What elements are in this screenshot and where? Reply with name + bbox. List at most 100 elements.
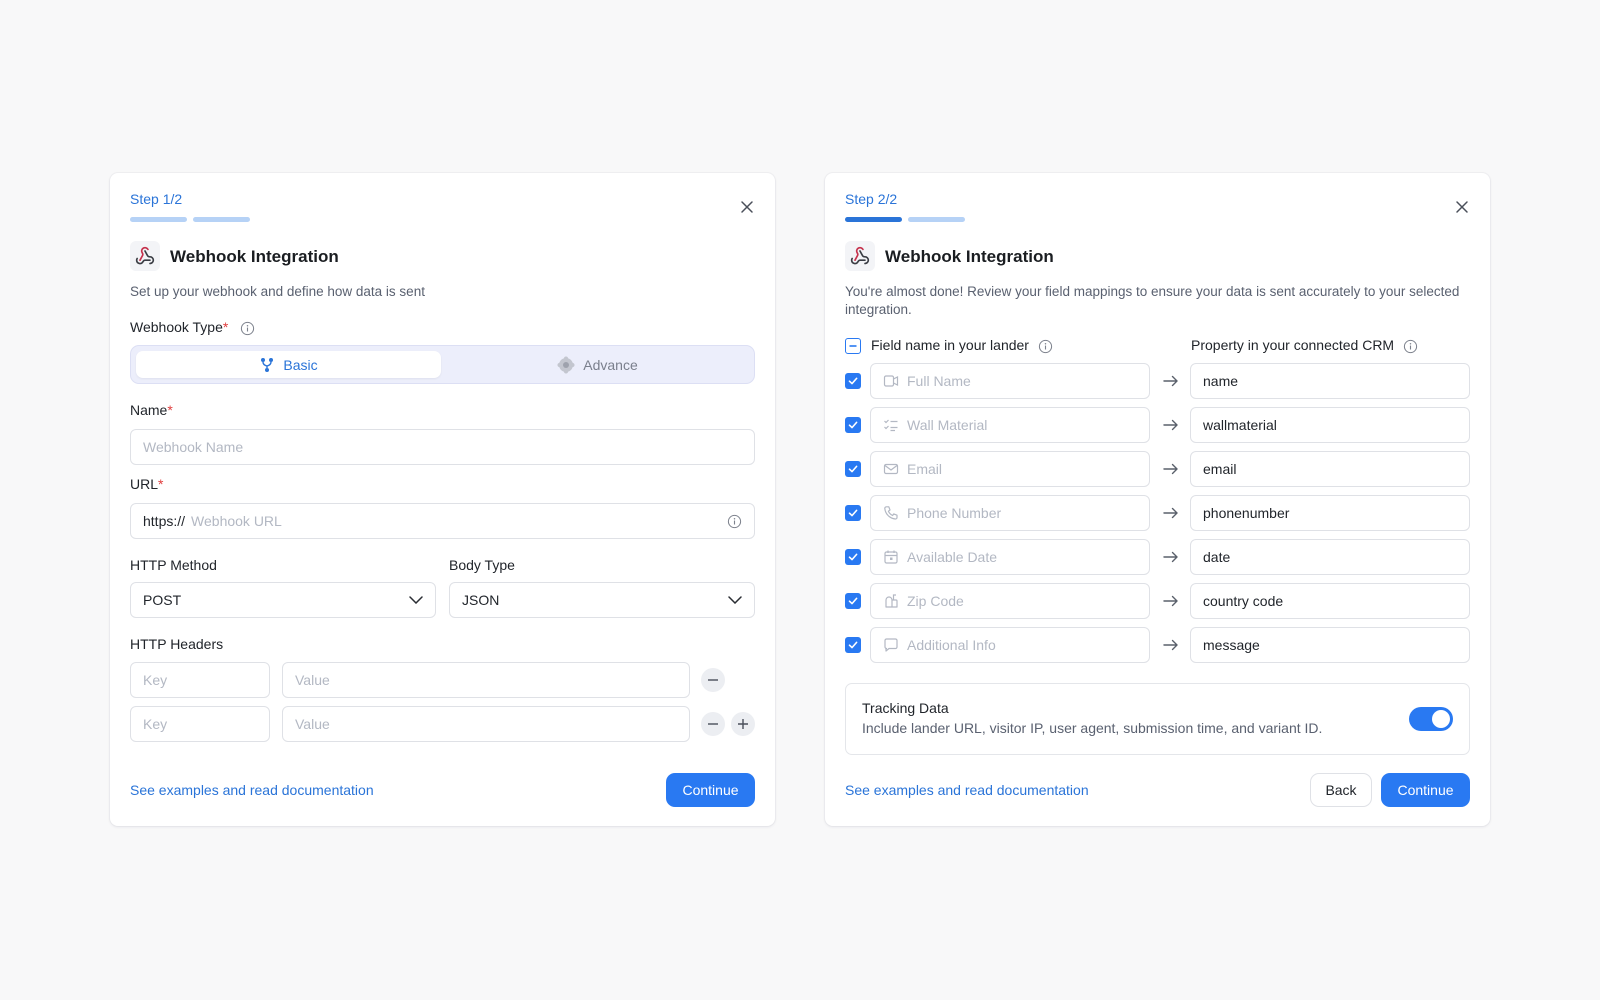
header-key-placeholder: Key <box>143 672 168 688</box>
lander-field: Additional Info <box>870 627 1150 663</box>
field-checkbox[interactable] <box>845 461 861 477</box>
name-label: Name* <box>130 402 173 418</box>
url-placeholder: Webhook URL <box>191 513 282 529</box>
type-option-basic-label: Basic <box>283 356 318 373</box>
lander-field: Zip Code <box>870 583 1150 619</box>
crm-property-input[interactable]: country code <box>1190 583 1470 619</box>
check-icon <box>848 553 858 561</box>
header-value-placeholder: Value <box>295 716 330 732</box>
mail-icon <box>883 463 899 475</box>
arrow-right-icon <box>1163 463 1178 475</box>
lander-field: Email <box>870 451 1150 487</box>
mailbox-icon <box>885 594 898 608</box>
tracking-data-title: Tracking Data <box>862 700 949 716</box>
crm-property-input[interactable]: phonenumber <box>1190 495 1470 531</box>
gear-icon <box>557 356 575 373</box>
http-method-value: POST <box>143 592 182 608</box>
continue-button[interactable]: Continue <box>666 773 755 807</box>
step-label: Step 2/2 <box>845 191 898 207</box>
body-type-select[interactable]: JSON <box>449 582 755 618</box>
type-option-advance-label: Advance <box>583 356 638 373</box>
step1-card: Step 1/2 Webhook Integration Set up your… <box>110 173 775 826</box>
crm-property-input[interactable]: date <box>1190 539 1470 575</box>
header-value-input[interactable]: Value <box>282 662 690 698</box>
close-icon[interactable] <box>1454 199 1470 215</box>
arrow-right-icon <box>1163 375 1178 387</box>
lander-field: Wall Material <box>870 407 1150 443</box>
progress-segment-1 <box>845 217 902 222</box>
lander-field-label: Additional Info <box>907 637 996 653</box>
crm-property-value: name <box>1203 373 1239 389</box>
documentation-link[interactable]: See examples and read documentation <box>845 782 1089 798</box>
plus-icon <box>738 719 748 729</box>
lander-field: Available Date <box>870 539 1150 575</box>
http-method-label: HTTP Method <box>130 557 217 573</box>
field-checkbox[interactable] <box>845 373 861 389</box>
field-checkbox[interactable] <box>845 593 861 609</box>
crm-property-value: country code <box>1203 593 1284 609</box>
crm-property-input[interactable]: message <box>1190 627 1470 663</box>
documentation-link[interactable]: See examples and read documentation <box>130 782 374 798</box>
remove-header-button[interactable] <box>701 668 725 692</box>
lander-column-header: Field name in your lander <box>871 337 1053 354</box>
back-button[interactable]: Back <box>1310 773 1372 807</box>
lander-field-label: Available Date <box>907 549 998 565</box>
remove-header-button[interactable] <box>701 712 725 736</box>
page-title: Webhook Integration <box>170 247 339 266</box>
webhook-type-label: Webhook Type* <box>130 319 255 336</box>
check-icon <box>848 509 858 517</box>
comment-icon <box>884 638 898 652</box>
calendar-icon <box>884 550 898 564</box>
info-icon[interactable] <box>1038 339 1053 354</box>
required-mark: * <box>167 402 173 418</box>
field-checkbox[interactable] <box>845 417 861 433</box>
type-option-basic[interactable]: Basic <box>136 351 441 378</box>
http-method-select[interactable]: POST <box>130 582 436 618</box>
add-header-button[interactable] <box>731 712 755 736</box>
info-icon[interactable] <box>727 514 742 529</box>
name-input[interactable]: Webhook Name <box>130 429 755 465</box>
header-key-input[interactable]: Key <box>130 706 270 742</box>
minus-icon <box>708 723 718 725</box>
minus-icon <box>708 679 718 681</box>
crm-property-input[interactable]: email <box>1190 451 1470 487</box>
crm-property-input[interactable]: name <box>1190 363 1470 399</box>
header-value-input[interactable]: Value <box>282 706 690 742</box>
crm-property-input[interactable]: wallmaterial <box>1190 407 1470 443</box>
url-input[interactable]: https:// Webhook URL <box>130 503 755 539</box>
header-key-input[interactable]: Key <box>130 662 270 698</box>
crm-column-label: Property in your connected CRM <box>1191 337 1395 353</box>
lander-field-label: Zip Code <box>907 593 964 609</box>
info-icon[interactable] <box>240 321 255 336</box>
phone-icon <box>884 506 898 520</box>
arrow-right-icon <box>1163 419 1178 431</box>
info-icon[interactable] <box>1403 339 1418 354</box>
id-card-icon <box>883 375 899 387</box>
tracking-data-toggle[interactable] <box>1409 707 1453 731</box>
arrow-right-icon <box>1163 639 1178 651</box>
required-mark: * <box>158 476 164 492</box>
field-checkbox[interactable] <box>845 549 861 565</box>
crm-property-value: message <box>1203 637 1260 653</box>
webhook-logo-icon <box>130 241 160 271</box>
toggle-knob <box>1432 710 1450 728</box>
checklist-icon <box>884 419 898 432</box>
select-all-checkbox[interactable] <box>845 338 861 354</box>
url-label-text: URL <box>130 476 159 492</box>
field-checkbox[interactable] <box>845 637 861 653</box>
progress-segment-2 <box>908 217 965 222</box>
webhook-logo-icon <box>845 241 875 271</box>
field-checkbox[interactable] <box>845 505 861 521</box>
page-description: You're almost done! Review your field ma… <box>845 284 1460 317</box>
crm-column-header: Property in your connected CRM <box>1191 337 1418 354</box>
check-icon <box>848 597 858 605</box>
crm-property-value: email <box>1203 461 1237 477</box>
lander-field-label: Wall Material <box>907 417 988 433</box>
progress-segment-2 <box>193 217 250 222</box>
continue-button[interactable]: Continue <box>1381 773 1470 807</box>
close-icon[interactable] <box>739 199 755 215</box>
minus-icon <box>849 345 857 347</box>
name-label-text: Name <box>130 402 168 418</box>
check-icon <box>848 465 858 473</box>
type-option-advance[interactable]: Advance <box>445 351 750 378</box>
